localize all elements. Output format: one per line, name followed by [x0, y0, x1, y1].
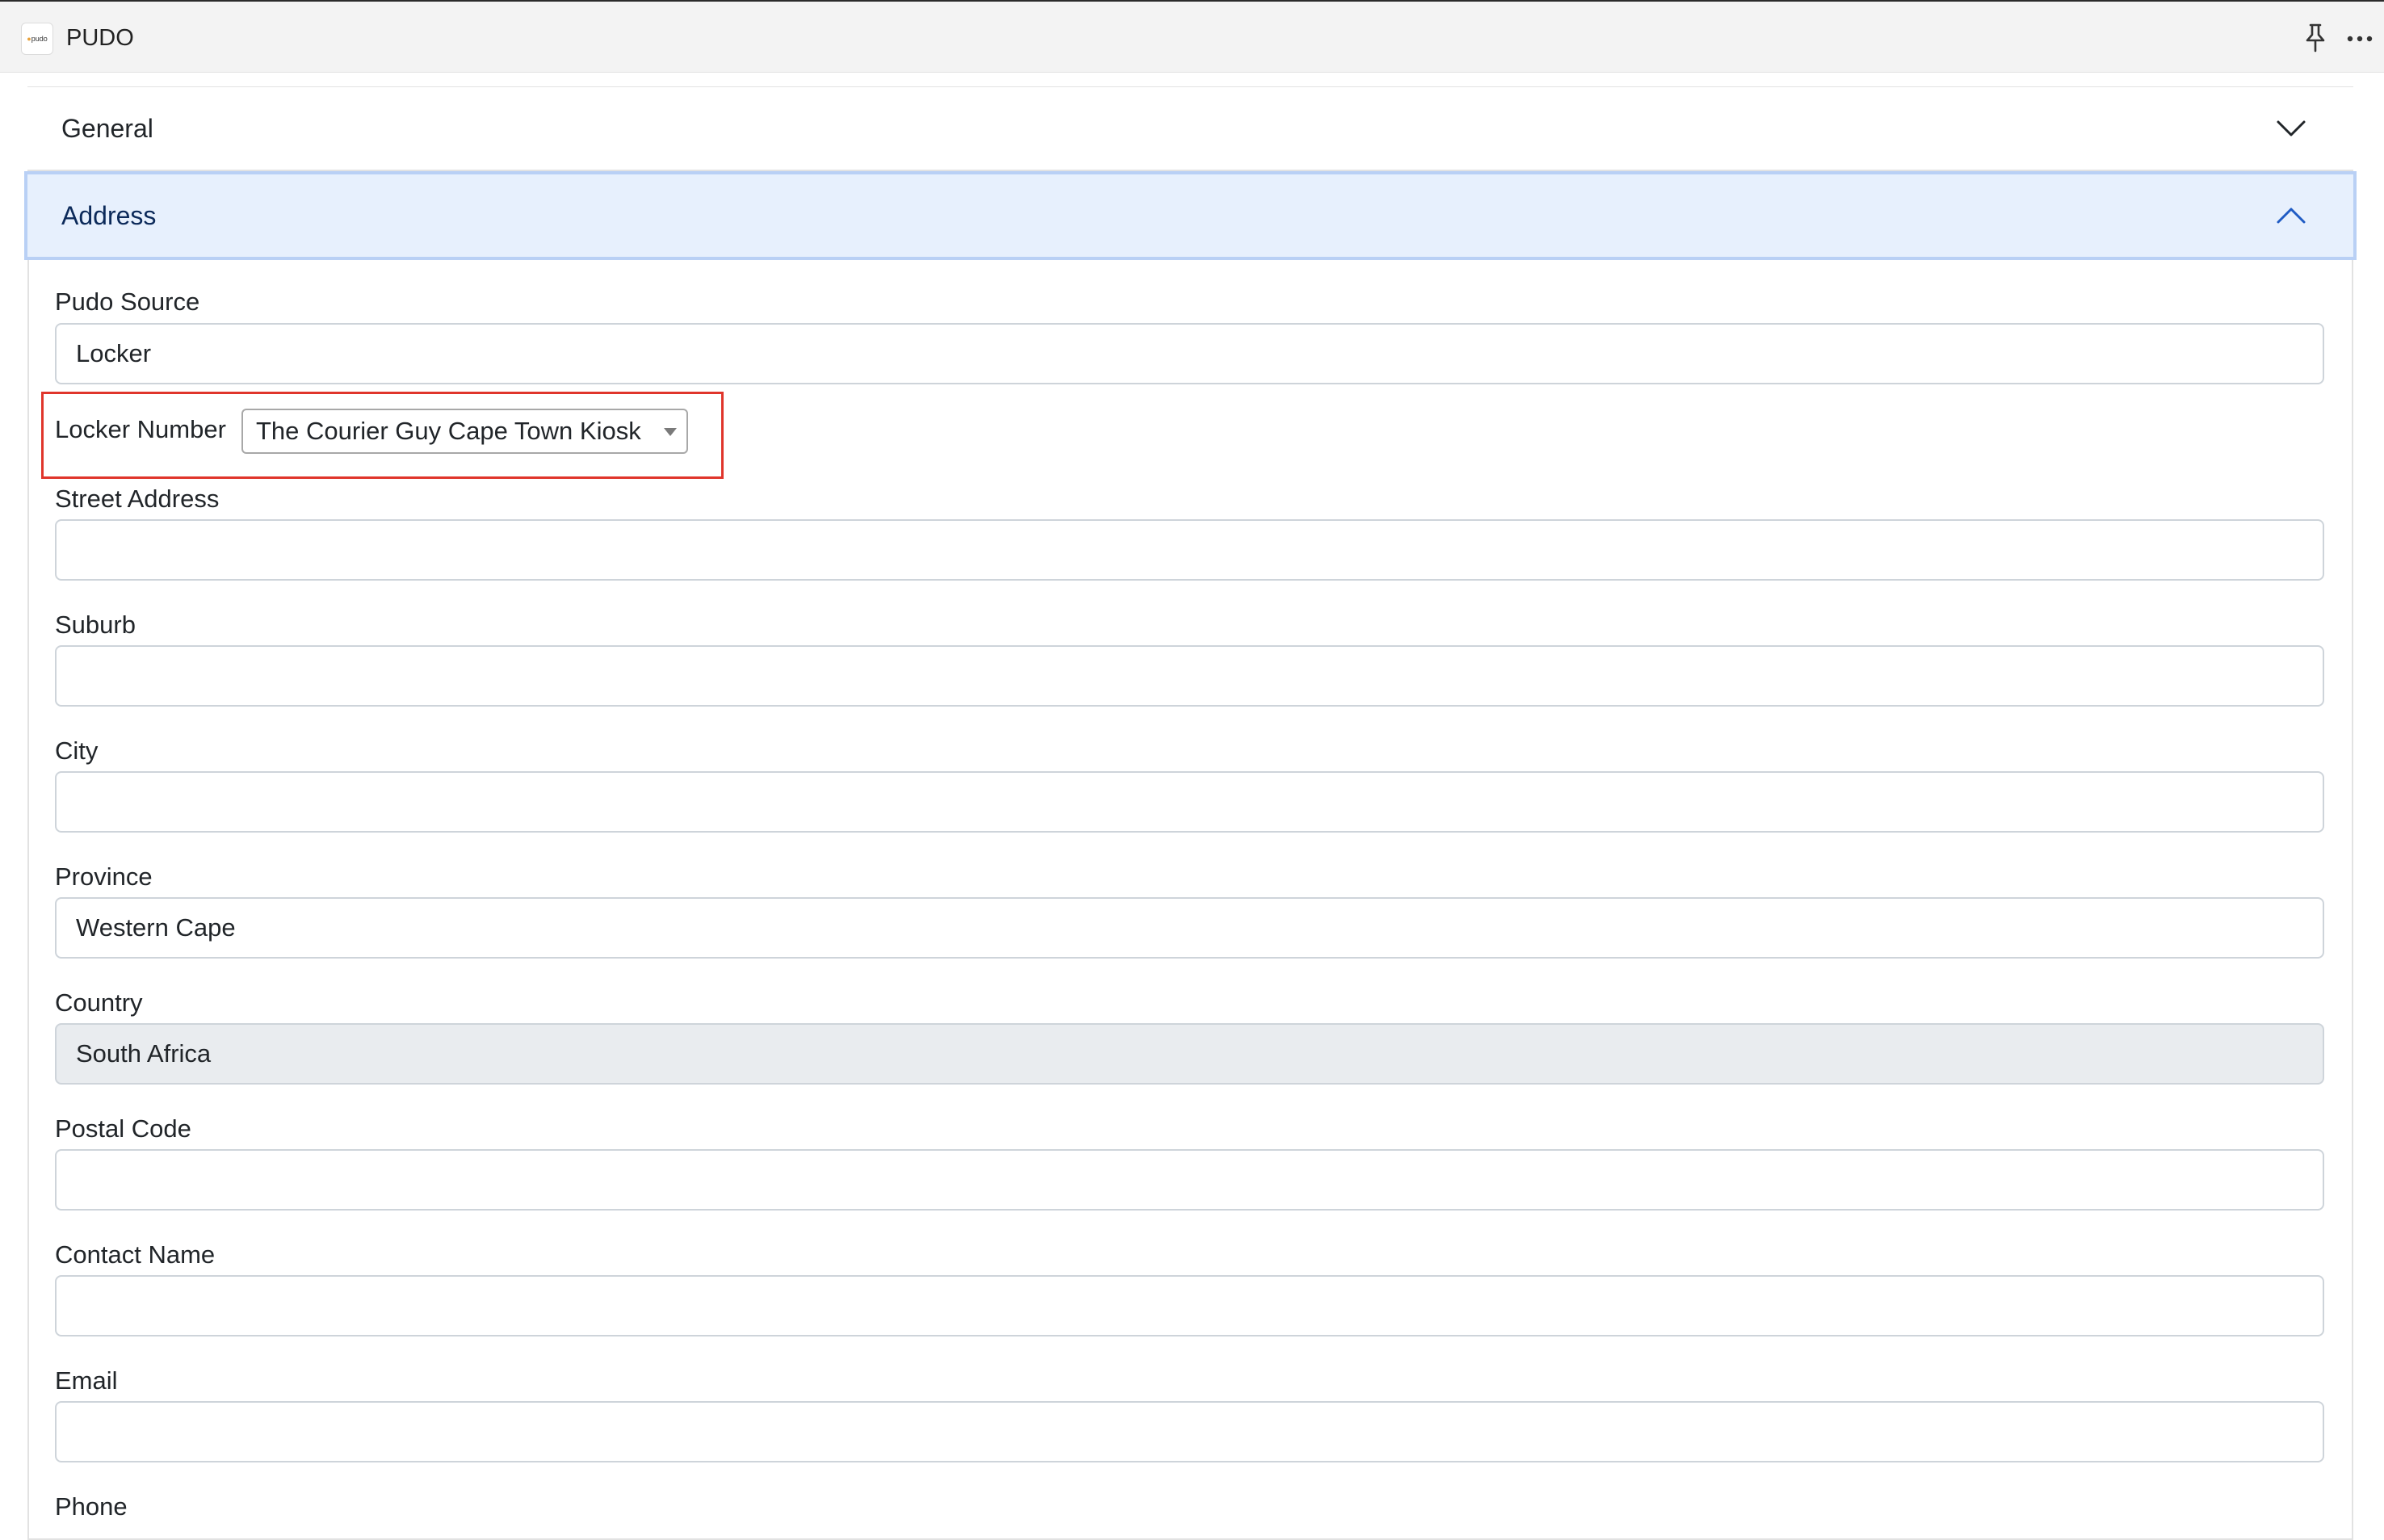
- app-logo-icon: ● pudo: [21, 23, 53, 55]
- pudo-source-label: Pudo Source: [55, 287, 200, 316]
- street-address-label: Street Address: [55, 485, 220, 513]
- contact-name-input[interactable]: [55, 1275, 2324, 1336]
- more-icon[interactable]: [2344, 23, 2376, 55]
- country-input: [55, 1023, 2324, 1085]
- phone-label: Phone: [55, 1492, 128, 1521]
- pin-icon[interactable]: [2302, 23, 2329, 53]
- chevron-up-icon: [2277, 208, 2306, 224]
- postal-code-label: Postal Code: [55, 1114, 191, 1143]
- caret-down-icon: [664, 428, 677, 436]
- city-label: City: [55, 736, 99, 765]
- contact-name-label: Contact Name: [55, 1240, 216, 1269]
- province-input[interactable]: [55, 897, 2324, 959]
- email-label: Email: [55, 1366, 118, 1395]
- chevron-down-icon: [2277, 120, 2306, 136]
- locker-number-label: Locker Number: [55, 415, 226, 443]
- suburb-label: Suburb: [55, 611, 136, 639]
- locker-number-select[interactable]: The Courier Guy Cape Town Kiosk: [241, 409, 688, 454]
- accordion-address-label: Address: [61, 200, 157, 230]
- accordion-general[interactable]: General: [27, 87, 2353, 171]
- title-bar: ● pudo PUDO: [0, 0, 2384, 73]
- province-label: Province: [55, 862, 153, 891]
- accordion-address[interactable]: Address: [24, 171, 2357, 260]
- street-address-input[interactable]: [55, 519, 2324, 581]
- country-label: Country: [55, 988, 143, 1017]
- app-logo-text: pudo: [31, 35, 48, 43]
- email-input[interactable]: [55, 1401, 2324, 1462]
- city-input[interactable]: [55, 771, 2324, 833]
- locker-number-selected: The Courier Guy Cape Town Kiosk: [256, 417, 641, 445]
- pudo-source-input[interactable]: [55, 323, 2324, 384]
- postal-code-input[interactable]: [55, 1149, 2324, 1211]
- accordion-general-label: General: [61, 113, 153, 143]
- suburb-input[interactable]: [55, 645, 2324, 707]
- app-title: PUDO: [66, 25, 134, 51]
